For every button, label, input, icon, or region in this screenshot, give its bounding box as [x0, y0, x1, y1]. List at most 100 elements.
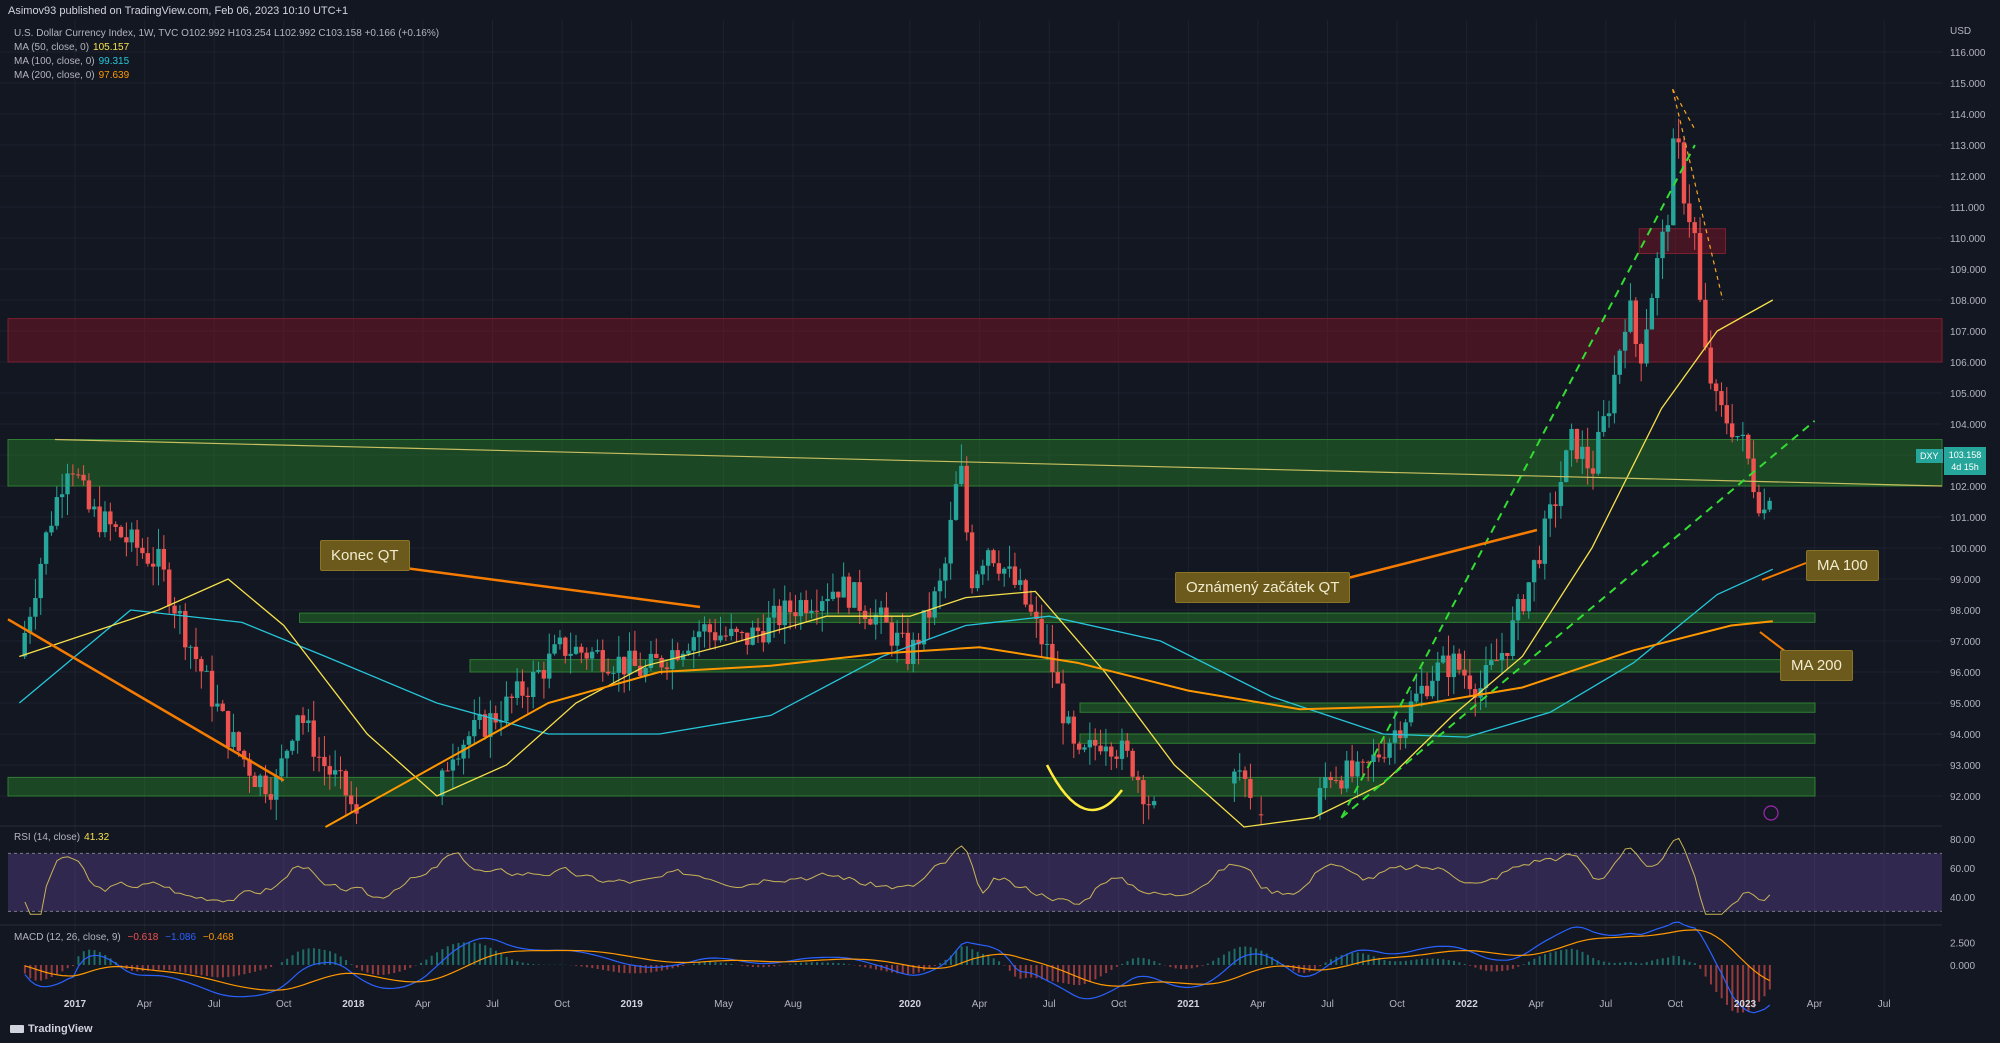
candle-body-196 — [1071, 716, 1076, 744]
rsi-value: 41.32 — [84, 832, 110, 843]
candle-body-51 — [295, 715, 300, 741]
candle-body-193 — [1055, 672, 1060, 684]
time-tick-6: Jul — [486, 999, 499, 1010]
candle-body-184 — [1007, 566, 1012, 569]
price-tick-14: 102.000 — [1950, 482, 1987, 493]
candle-body-302 — [1638, 343, 1644, 364]
price-tick-12: 104.000 — [1950, 420, 1987, 431]
candle-body-204 — [1114, 756, 1119, 759]
callout-ma200[interactable]: MA 200 — [1780, 650, 1853, 681]
candle-body-111 — [616, 656, 622, 673]
candle-body-259 — [1408, 701, 1414, 723]
candle-body-185 — [1012, 566, 1018, 585]
price-tick-1: 115.000 — [1950, 79, 1986, 90]
candle-body-6 — [54, 497, 60, 526]
time-tick-9: May — [714, 999, 733, 1010]
candle-body-3 — [38, 563, 43, 599]
tradingview-brand[interactable]: TradingView — [10, 1023, 93, 1035]
candle-body-16 — [108, 511, 113, 525]
candle-body-253 — [1376, 754, 1382, 758]
candle-body-264 — [1435, 662, 1440, 681]
rsi-label: RSI (14, close) — [14, 832, 81, 843]
candle-body-266 — [1446, 655, 1451, 678]
price-tick-2: 114.000 — [1950, 110, 1986, 121]
price-tick-10: 106.000 — [1950, 358, 1987, 369]
candle-body-323 — [1751, 458, 1756, 493]
legend-ma100[interactable]: MA (100, close, 0) 99.315 — [14, 56, 129, 67]
callout-ma100[interactable]: MA 100 — [1806, 550, 1879, 581]
candle-body-8 — [65, 473, 70, 495]
candle-body-281 — [1526, 582, 1531, 612]
publish-info: Asimov93 published on TradingView.com, F… — [8, 5, 349, 17]
candle-body-283 — [1537, 560, 1542, 564]
time-tick-21: Jul — [1599, 999, 1612, 1010]
candle-body-145 — [798, 600, 804, 617]
time-tick-24: Apr — [1807, 999, 1823, 1010]
candle-body-296 — [1606, 413, 1612, 417]
candle-body-35 — [209, 670, 215, 707]
candle-body-39 — [231, 732, 236, 747]
candle-body-104 — [579, 646, 584, 653]
candle-body-228 — [1242, 770, 1248, 779]
candle-body-97 — [541, 670, 547, 679]
candle-body-100 — [557, 637, 563, 645]
candle-body-201 — [1098, 745, 1103, 752]
candle-body-153 — [841, 576, 846, 598]
time-tick-2: Jul — [208, 999, 221, 1010]
candle-body-165 — [905, 632, 911, 664]
candle-body-313 — [1697, 233, 1703, 300]
candle-body-140 — [771, 605, 777, 618]
macd-legend[interactable]: MACD (12, 26, close, 9) −0.618 −1.086 −0… — [14, 932, 234, 943]
candle-body-31 — [188, 646, 193, 648]
legend-ma50-label: MA (50, close, 0) — [14, 42, 90, 53]
candle-body-160 — [878, 607, 884, 615]
candle-body-47 — [274, 776, 279, 800]
candle-body-319 — [1729, 423, 1735, 438]
candle-body-133 — [734, 628, 739, 633]
callout-oznameny-zacatek-qt[interactable]: Oznámený začátek QT — [1175, 572, 1351, 603]
candle-body-282 — [1531, 560, 1537, 583]
candle-body-294 — [1596, 431, 1601, 474]
candle-body-45 — [263, 775, 268, 795]
candle-body-307 — [1665, 225, 1671, 232]
candle-body-94 — [525, 695, 531, 698]
candle-body-304 — [1649, 297, 1655, 330]
candle-body-142 — [782, 600, 787, 626]
candle-body-128 — [707, 624, 713, 633]
candle-body-200 — [1092, 739, 1098, 746]
candle-body-92 — [514, 681, 520, 698]
candle-body-0 — [22, 632, 27, 657]
candle-body-210 — [1146, 804, 1151, 806]
last-price-tag: 103.158 4d 15h — [1944, 447, 1986, 475]
candle-body-168 — [921, 610, 927, 645]
callout-konec-qt[interactable]: Konec QT — [320, 540, 410, 571]
candle-body-227 — [1237, 770, 1242, 772]
candle-body-298 — [1617, 350, 1622, 375]
legend-ma50[interactable]: MA (50, close, 0) 105.157 — [14, 42, 129, 53]
candle-body-138 — [761, 631, 766, 643]
candle-body-261 — [1419, 685, 1424, 694]
candle-body-5 — [49, 525, 54, 533]
candle-body-183 — [1002, 568, 1007, 574]
candle-body-209 — [1141, 780, 1146, 805]
legend-ma200[interactable]: MA (200, close, 0) 97.639 — [14, 70, 129, 81]
price-chart[interactable]: USD 116.000 115.000 114.000 113.000 112.000 11… — [0, 0, 2000, 1043]
candle-body-231 — [1258, 814, 1264, 816]
time-tick-5: Apr — [415, 999, 431, 1010]
candle-body-83 — [466, 736, 472, 745]
candle-body-114 — [632, 650, 638, 666]
time-tick-13: Jul — [1043, 999, 1056, 1010]
candle-body-9 — [70, 473, 76, 475]
candle-body-95 — [530, 671, 536, 698]
candle-body-248 — [1349, 760, 1355, 777]
macd-tick-1: 0.000 — [1950, 961, 1975, 972]
candle-body-80 — [450, 759, 456, 771]
price-tick-17: 99.000 — [1950, 575, 1981, 586]
bar-countdown: 4d 15h — [1951, 462, 1979, 472]
time-tick-15: 2021 — [1177, 999, 1200, 1010]
candle-body-303 — [1644, 329, 1649, 364]
candle-body-173 — [948, 519, 953, 564]
candle-body-19 — [124, 537, 129, 543]
rsi-legend[interactable]: RSI (14, close) 41.32 — [14, 832, 109, 843]
candle-body-169 — [927, 610, 932, 618]
